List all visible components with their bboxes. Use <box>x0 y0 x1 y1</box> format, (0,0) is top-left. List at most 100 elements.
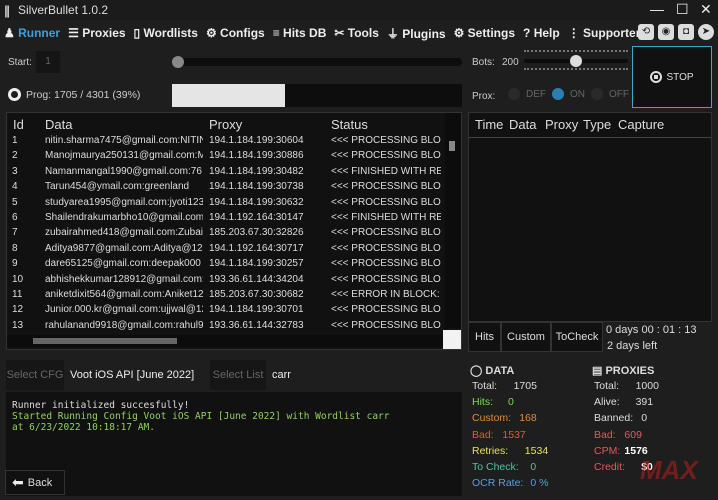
col-type[interactable]: Type <box>583 117 611 132</box>
cell-id: 8 <box>12 242 18 254</box>
bots-ticks <box>524 50 628 54</box>
cell-status: <<< PROCESSING BLOCK <box>331 304 441 316</box>
start-slider[interactable] <box>174 58 462 66</box>
close-button[interactable]: ✕ <box>700 1 712 18</box>
nav-label: Runner <box>18 26 61 40</box>
cell-proxy: 194.1.184.199:30701 <box>209 304 304 316</box>
grid-vscrollbar[interactable] <box>445 113 461 328</box>
cell-data: Tarun454@ymail.com:greenland <box>45 181 190 193</box>
cell-proxy: 194.1.184.199:30886 <box>209 150 304 162</box>
table-row[interactable]: 10 abhishekkumar128912@gmail.com: 193.36.6… <box>7 274 447 289</box>
table-row[interactable]: 11 aniketdixit564@gmail.com:Aniket12 185.2… <box>7 289 447 304</box>
cell-data: nitin.sharma7475@gmail.com:NITIN <box>45 135 203 146</box>
wordlists-icon: ▯ <box>133 26 144 40</box>
nav-item-help[interactable]: ? Help <box>523 26 560 40</box>
col-proxy[interactable]: Proxy <box>545 117 578 132</box>
proxy_stats-value-2: 0 <box>641 412 648 425</box>
nav-label: Help <box>533 26 560 40</box>
tab-custom[interactable]: Custom <box>501 322 551 352</box>
list-value: carr <box>272 369 291 381</box>
table-row[interactable]: 12 Junior.000.kr@gmail.com:ujjwal@12 194.1… <box>7 304 447 319</box>
data_stats-value-6: 0 % <box>530 477 549 490</box>
camera-icon[interactable]: ◉ <box>658 24 674 40</box>
col-time[interactable]: Time <box>475 117 503 132</box>
cell-status: <<< PROCESSING BLOCK <box>331 242 441 254</box>
cell-proxy: 194.1.184.199:30257 <box>209 258 304 270</box>
select-list-button[interactable]: Select List <box>210 360 266 390</box>
nav-item-settings[interactable]: ⚙ Settings <box>454 26 515 40</box>
col-data[interactable]: Data <box>509 117 536 132</box>
maximize-button[interactable]: ☐ <box>676 1 689 18</box>
cell-status: <<< PROCESSING BLOCK <box>331 227 441 239</box>
cell-id: 12 <box>12 304 24 316</box>
gear-icon: ⚙ <box>205 26 221 40</box>
proxy_stats-value-3: 609 <box>624 428 642 441</box>
data_stats-label-2: Custom: <box>472 412 512 425</box>
discord-icon[interactable]: ◘ <box>678 24 694 40</box>
data_stats-value-4: 1534 <box>524 444 549 457</box>
prox-radio-on[interactable] <box>552 88 564 100</box>
cell-id: 11 <box>12 289 23 300</box>
start-input[interactable]: 1 <box>36 51 60 73</box>
grid-hscrollbar[interactable] <box>7 335 445 347</box>
stop-button[interactable]: STOP <box>632 46 712 108</box>
window-title: SilverBullet 1.0.2 <box>18 3 109 17</box>
bots-slider-thumb[interactable] <box>570 55 582 67</box>
cell-proxy: 193.36.61.144:32783 <box>209 319 304 331</box>
progress-fill <box>172 84 286 107</box>
gear-icon: ⚙ <box>453 26 468 40</box>
prox-radio-off[interactable] <box>591 88 603 100</box>
col-data[interactable]: Data <box>45 117 72 132</box>
nav-item-plugins[interactable]: ⏚ Plugins <box>387 25 446 42</box>
table-row[interactable]: 9 dare65125@gmail.com:deepak000 194.1.184.… <box>7 258 447 273</box>
bots-value: 200 <box>502 57 519 68</box>
table-row[interactable]: 4 Tarun454@ymail.com:greenland 194.1.184.1… <box>7 181 447 196</box>
plug-icon: ⏚ <box>386 26 403 41</box>
data_stats-label-6: OCR Rate: <box>472 477 524 490</box>
cell-id: 10 <box>12 273 24 285</box>
nav-item-tools[interactable]: ✂ Tools <box>334 26 379 40</box>
table-row[interactable]: 8 Aditya9877@gmail.com:Aditya@12 194.1.192… <box>7 243 447 258</box>
table-row[interactable]: 13 rahulanand9918@gmail.com:rahul9 193.36.… <box>7 320 447 335</box>
dots-icon: ⋮ <box>567 26 584 40</box>
bots-ticks <box>524 68 628 72</box>
table-row[interactable]: 5 studyarea1995@gmail.com:jyoti123 194.1.1… <box>7 197 447 212</box>
table-row[interactable]: 1 nitin.sharma7475@gmail.com:NITIN 194.1.1… <box>7 135 447 150</box>
tab-tocheck[interactable]: ToCheck <box>551 322 603 352</box>
col-status[interactable]: Status <box>331 117 368 132</box>
minimize-button[interactable]: — <box>650 1 664 17</box>
nav-item-supporters[interactable]: ⋮ Supporters <box>568 26 647 40</box>
prox-label-off: OFF <box>609 88 629 100</box>
nav-item-wordlists[interactable]: ▯ Wordlists <box>134 26 198 40</box>
table-row[interactable]: 3 Namanmangal1990@gmail.com:76 194.1.184.1… <box>7 166 447 181</box>
nav-item-hits-db[interactable]: ≡ Hits DB <box>273 26 327 40</box>
col-id[interactable]: Id <box>13 117 24 132</box>
log-line: Started Running Config Voot iOS API [Jun… <box>12 411 390 433</box>
cell-status: <<< PROCESSING BLOCK <box>331 319 441 331</box>
cell-proxy: 194.1.184.199:30604 <box>209 135 304 146</box>
col-capture[interactable]: Capture <box>618 117 664 132</box>
prox-radio-def[interactable] <box>508 88 520 100</box>
nav-item-proxies[interactable]: ☰ Proxies <box>68 26 125 40</box>
select-cfg-button[interactable]: Select CFG <box>6 360 64 390</box>
nav-item-configs[interactable]: ⚙ Configs <box>206 26 265 40</box>
col-proxy[interactable]: Proxy <box>209 117 242 132</box>
back-button[interactable]: ⬅ Back <box>5 470 65 495</box>
cell-status: <<< PROCESSING BLOCK <box>331 196 441 208</box>
telegram-icon[interactable]: ➤ <box>698 24 714 40</box>
cell-proxy: 185.203.67.30:30682 <box>209 289 304 300</box>
cell-id: 5 <box>12 196 18 208</box>
prox-label-def: DEF <box>526 88 546 100</box>
nav-item-runner[interactable]: ♟ Runner <box>4 26 60 40</box>
start-slider-thumb[interactable] <box>172 56 184 68</box>
history-icon[interactable]: ⟲ <box>638 24 654 40</box>
proxies-icon: ☰ <box>68 26 83 40</box>
table-row[interactable]: 2 Manojmaurya250131@gmail.com:M 194.1.184.… <box>7 150 447 165</box>
tab-hits[interactable]: Hits <box>468 322 501 352</box>
cell-proxy: 194.1.192.164:30717 <box>209 242 304 254</box>
table-row[interactable]: 6 Shailendrakumarbho10@gmail.com 194.1.192… <box>7 212 447 227</box>
table-row[interactable]: 7 zubairahmed418@gmail.com:Zubai 185.203.6… <box>7 227 447 242</box>
proxy_stats-label-2: Banned: <box>594 412 634 425</box>
stop-label: STOP <box>666 71 694 83</box>
proxy_stats-label-3: Bad: <box>594 428 616 441</box>
